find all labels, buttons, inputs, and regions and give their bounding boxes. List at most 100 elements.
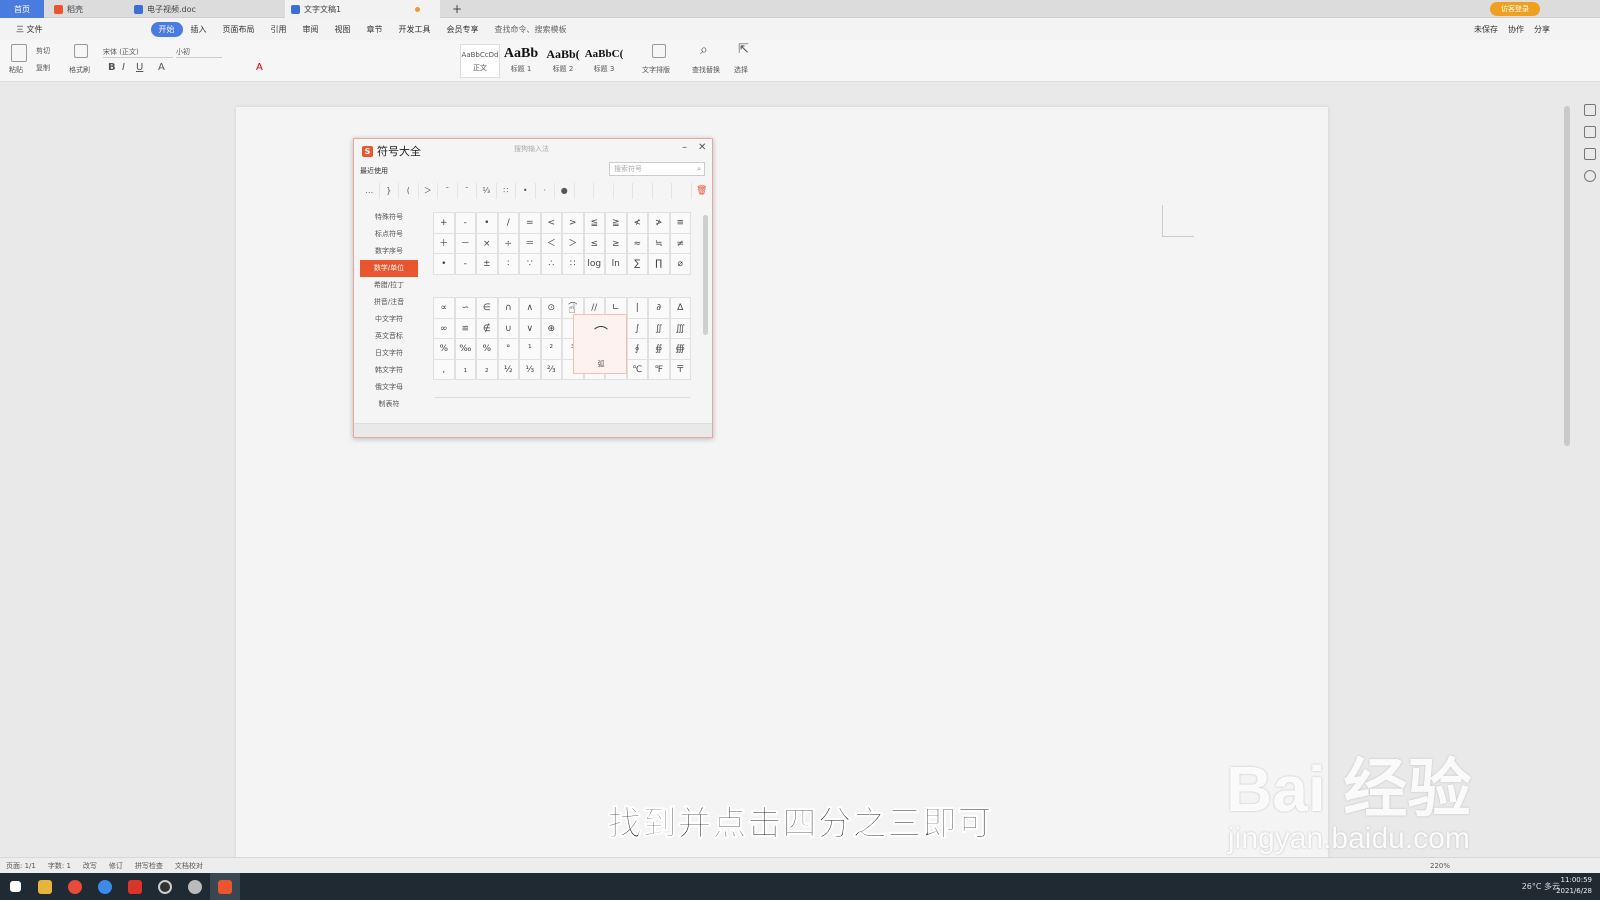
symbol-cell[interactable]: ∶ xyxy=(497,253,519,275)
status-words[interactable]: 字数: 1 xyxy=(48,861,71,871)
symbol-cell[interactable]: ∧ xyxy=(519,297,541,319)
symbol-cell[interactable]: ∞ xyxy=(433,317,455,339)
symbol-cell[interactable]: ⊙ xyxy=(540,297,562,319)
symbol-cell[interactable]: ≒ xyxy=(648,232,670,254)
recent-symbol[interactable] xyxy=(575,183,594,199)
unsaved-status[interactable]: 未保存 xyxy=(1474,24,1498,35)
symbol-cell[interactable]: ∽ xyxy=(454,297,476,319)
symbol-cell[interactable]: % xyxy=(433,338,455,360)
command-search[interactable]: 查找命令、搜索模板 xyxy=(487,24,575,35)
symbol-cell[interactable]: ≌ xyxy=(454,317,476,339)
symbol-cell[interactable]: = xyxy=(519,212,541,234)
zoom-level[interactable]: 220% xyxy=(1430,862,1450,870)
symbol-cell[interactable]: ≤ xyxy=(583,232,605,254)
cut-button[interactable]: 剪切 xyxy=(36,46,50,56)
text-color-button[interactable]: A xyxy=(256,62,263,73)
paste-icon[interactable] xyxy=(11,44,27,62)
copy-button[interactable]: 复制 xyxy=(36,63,50,73)
recent-symbol[interactable]: ● xyxy=(555,183,575,199)
tab-document1[interactable]: 文字文稿1 xyxy=(285,0,440,18)
pointer-icon[interactable] xyxy=(1584,126,1596,138)
explorer-button[interactable] xyxy=(30,873,60,900)
symbol-cell[interactable]: ∰ xyxy=(669,338,691,360)
recorder-button[interactable] xyxy=(150,873,180,900)
login-button[interactable]: 访客登录 xyxy=(1490,2,1540,16)
style-heading2[interactable]: AaBb( 标题 2 xyxy=(543,44,583,78)
status-page[interactable]: 页面: 1/1 xyxy=(6,861,36,871)
symbol-cell[interactable]: < xyxy=(540,212,562,234)
symbol-cell[interactable]: > xyxy=(562,212,584,234)
symbol-cell[interactable]: ½ xyxy=(497,358,519,380)
symbol-cell[interactable]: ∷ xyxy=(562,253,584,275)
menu-layout[interactable]: 页面布局 xyxy=(215,24,263,35)
symbol-cell[interactable]: ∭ xyxy=(669,317,691,339)
category-item[interactable]: 日文字符 xyxy=(360,345,418,362)
symbol-cell[interactable]: ∏ xyxy=(648,253,670,275)
menu-references[interactable]: 引用 xyxy=(263,24,295,35)
recent-symbol[interactable]: ⅓ xyxy=(477,183,497,199)
tab-docer[interactable]: 稻壳 xyxy=(48,0,128,18)
tab-video-doc[interactable]: 电子视频.doc xyxy=(128,0,278,18)
menu-dev-tools[interactable]: 开发工具 xyxy=(391,24,439,35)
style-heading3[interactable]: AaBbC( 标题 3 xyxy=(584,44,624,78)
minimize-icon[interactable]: – xyxy=(682,142,687,153)
collab-button[interactable]: 协作 xyxy=(1508,24,1524,35)
category-item[interactable]: 拼音/注音 xyxy=(360,294,418,311)
symbol-cell[interactable]: ₂ xyxy=(476,358,498,380)
symbol-cell[interactable]: ∈ xyxy=(476,297,498,319)
dialog-scroll-thumb[interactable] xyxy=(703,215,708,335)
recent-symbol[interactable] xyxy=(594,183,614,199)
recent-symbol[interactable] xyxy=(633,183,653,199)
symbol-cell[interactable]: ∪ xyxy=(497,317,519,339)
symbol-cell[interactable]: ≥ xyxy=(605,232,627,254)
symbol-cell[interactable]: ∬ xyxy=(648,317,670,339)
style-normal[interactable]: AaBbCcDd 正文 xyxy=(460,44,500,78)
symbol-cell[interactable]: ₁ xyxy=(454,358,476,380)
symbol-cell[interactable]: ＝ xyxy=(519,232,541,254)
symbol-cell[interactable]: 〒 xyxy=(669,358,691,380)
recent-symbol[interactable]: • xyxy=(516,183,536,199)
symbol-cell[interactable]: % xyxy=(476,338,498,360)
tab-home[interactable]: 首页 xyxy=(0,0,44,18)
symbol-cell[interactable]: ℉ xyxy=(648,358,670,380)
select-cursor-icon[interactable]: ⇱ xyxy=(738,42,749,57)
recent-symbol[interactable] xyxy=(672,183,692,199)
help-icon[interactable] xyxy=(1584,170,1596,182)
symbol-cell[interactable]: - xyxy=(454,212,476,234)
adjust-icon[interactable] xyxy=(1584,148,1596,160)
font-color-button[interactable]: A xyxy=(158,62,165,73)
symbol-cell[interactable]: ≡ xyxy=(669,212,691,234)
symbol-search-input[interactable]: 搜索符号 ⌕ xyxy=(609,162,705,176)
category-item[interactable]: 特殊符号 xyxy=(360,209,418,226)
symbol-cell[interactable]: － xyxy=(454,232,476,254)
recent-symbol[interactable]: } xyxy=(380,183,399,199)
new-tab-button[interactable]: + xyxy=(446,0,468,18)
symbol-cell[interactable]: ＋ xyxy=(433,232,455,254)
recent-symbol[interactable]: ( xyxy=(399,183,419,199)
category-item[interactable]: 制表符 xyxy=(360,396,418,413)
settings-button[interactable] xyxy=(180,873,210,900)
symbol-cell[interactable]: ∨ xyxy=(519,317,541,339)
font-size-select[interactable]: 小初 xyxy=(176,47,222,58)
symbol-cell[interactable]: ° xyxy=(497,338,519,360)
text-layout-icon[interactable] xyxy=(652,44,666,58)
symbol-cell[interactable]: ⊕ xyxy=(540,317,562,339)
symbol-cell[interactable]: ∉ xyxy=(476,317,498,339)
symbol-cell[interactable]: ∩ xyxy=(497,297,519,319)
italic-button[interactable]: I xyxy=(122,62,125,73)
menu-member[interactable]: 会员专享 xyxy=(439,24,487,35)
menu-insert[interactable]: 插入 xyxy=(183,24,215,35)
chrome-button[interactable] xyxy=(60,873,90,900)
underline-button[interactable]: U xyxy=(136,62,143,73)
menu-section[interactable]: 章节 xyxy=(359,24,391,35)
recent-symbol[interactable]: ∷ xyxy=(497,183,516,199)
recent-symbol[interactable] xyxy=(614,183,633,199)
recent-symbol[interactable]: ˉ xyxy=(458,183,477,199)
symbol-cell[interactable]: ± xyxy=(476,253,498,275)
symbol-cell[interactable]: ln xyxy=(605,253,627,275)
trash-icon[interactable]: 🗑 xyxy=(696,186,707,196)
category-item[interactable]: 数学/单位 xyxy=(360,260,418,277)
format-painter-icon[interactable] xyxy=(74,44,88,58)
recent-symbol[interactable]: ¯ xyxy=(438,183,458,199)
find-replace-icon[interactable]: ⌕ xyxy=(700,42,708,58)
